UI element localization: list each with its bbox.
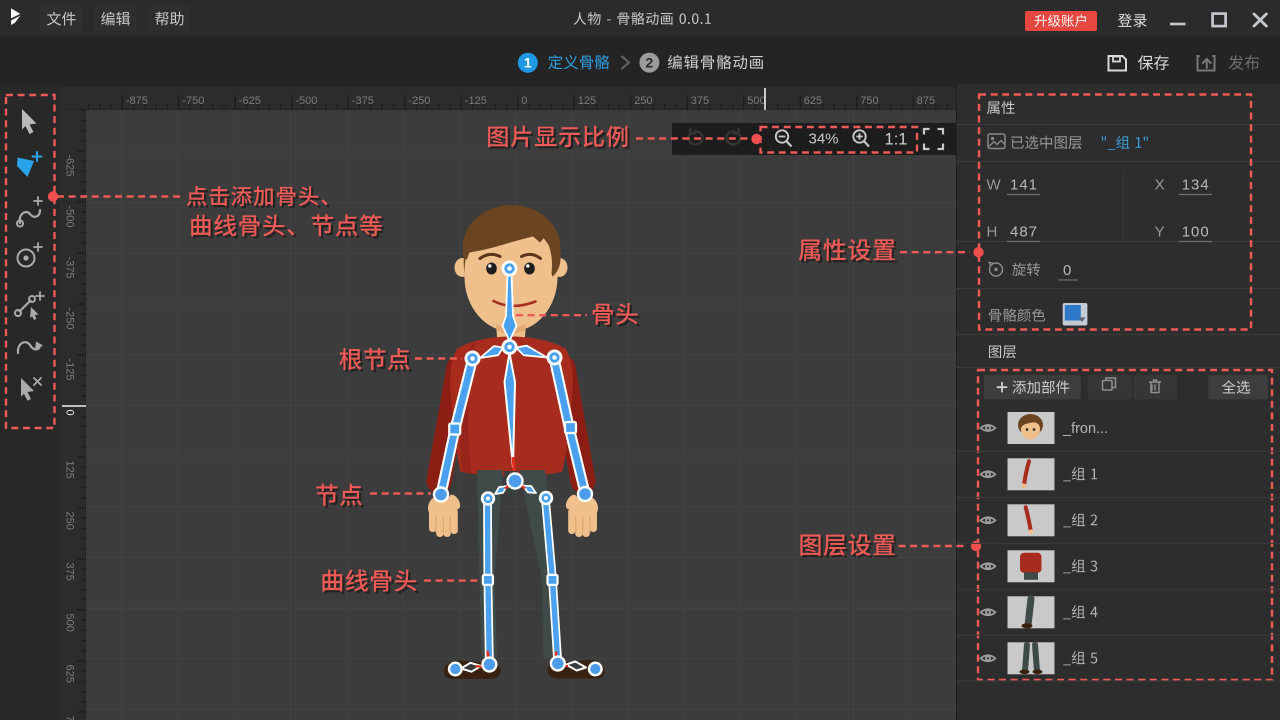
- svg-text:-625: -625: [64, 155, 76, 177]
- svg-text:375: 375: [64, 563, 76, 581]
- svg-text:0: 0: [521, 95, 527, 107]
- svg-text:Y: Y: [1155, 224, 1165, 241]
- svg-text:250: 250: [634, 95, 652, 107]
- svg-text:375: 375: [691, 95, 709, 107]
- svg-text:X: X: [1155, 177, 1165, 194]
- svg-text:500: 500: [64, 614, 76, 632]
- svg-text:625: 625: [804, 95, 822, 107]
- svg-text:H: H: [987, 224, 998, 241]
- svg-text:141: 141: [1010, 177, 1038, 194]
- svg-text:487: 487: [1010, 224, 1038, 241]
- svg-text:750: 750: [860, 95, 878, 107]
- svg-text:_fron...: _fron...: [1062, 421, 1108, 437]
- svg-text:1: 1: [524, 55, 532, 71]
- svg-text:750: 750: [64, 716, 76, 720]
- svg-text:2: 2: [646, 54, 654, 70]
- svg-text:-125: -125: [64, 359, 76, 381]
- svg-text:625: 625: [64, 665, 76, 683]
- svg-text:1:1: 1:1: [885, 131, 908, 149]
- svg-text:125: 125: [578, 95, 596, 107]
- svg-text:500: 500: [747, 95, 765, 107]
- svg-text:875: 875: [917, 95, 935, 107]
- svg-text:34%: 34%: [808, 131, 838, 148]
- svg-text:-250: -250: [64, 308, 76, 330]
- svg-text:0: 0: [64, 410, 76, 416]
- svg-text:0: 0: [1063, 262, 1071, 279]
- svg-text:-500: -500: [64, 206, 76, 228]
- svg-text:100: 100: [1182, 224, 1210, 241]
- svg-text:W: W: [987, 177, 1002, 194]
- svg-text:250: 250: [64, 512, 76, 530]
- svg-text:-375: -375: [64, 257, 76, 279]
- svg-text:125: 125: [64, 461, 76, 479]
- svg-text:134: 134: [1182, 177, 1210, 194]
